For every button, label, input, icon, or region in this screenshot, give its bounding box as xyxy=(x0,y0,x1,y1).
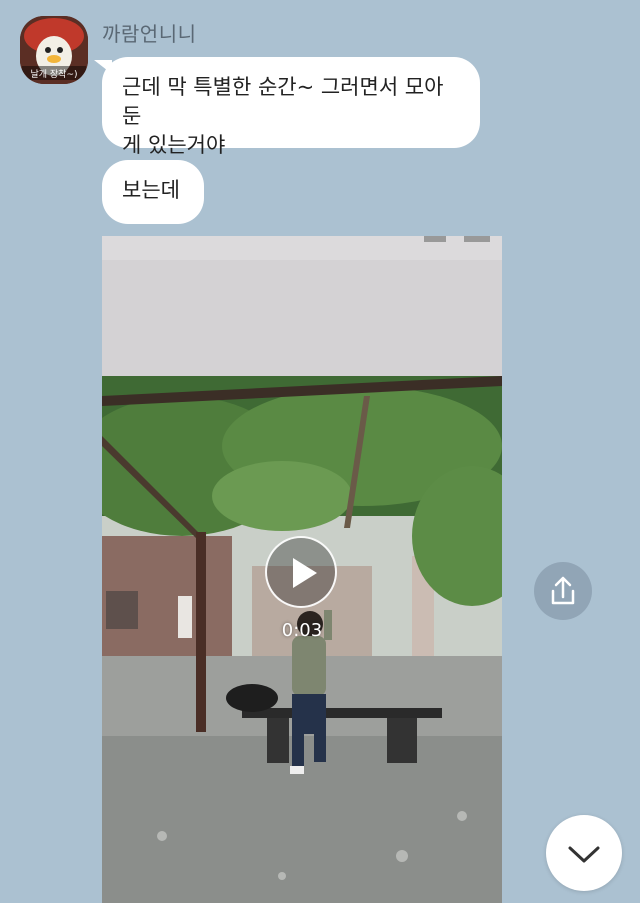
share-button[interactable] xyxy=(534,562,592,620)
play-icon xyxy=(293,558,317,588)
video-message[interactable]: 0:03 xyxy=(102,236,502,903)
share-icon xyxy=(551,576,575,605)
scroll-down-button[interactable] xyxy=(546,815,622,891)
avatar-caption: 날개 장착~) xyxy=(30,70,78,80)
chevron-down-icon xyxy=(568,846,600,863)
message-text: 보는데 xyxy=(122,178,180,202)
sender-name: 까람언니니 xyxy=(102,22,197,46)
message-bubble-1[interactable]: 근데 막 특별한 순간~ 그러면서 모아둔 게 있는거야 xyxy=(102,57,480,157)
chat-room: 날개 장착~) 까람언니니 근데 막 특별한 순간~ 그러면서 모아둔 게 있는… xyxy=(0,0,640,903)
message-text: 근데 막 특별한 순간~ 그러면서 모아둔 게 있는거야 xyxy=(122,75,444,157)
play-button[interactable] xyxy=(265,536,337,608)
avatar[interactable]: 날개 장착~) xyxy=(20,16,88,84)
video-duration: 0:03 xyxy=(281,620,323,641)
message-bubble-2[interactable]: 보는데 xyxy=(102,160,204,224)
